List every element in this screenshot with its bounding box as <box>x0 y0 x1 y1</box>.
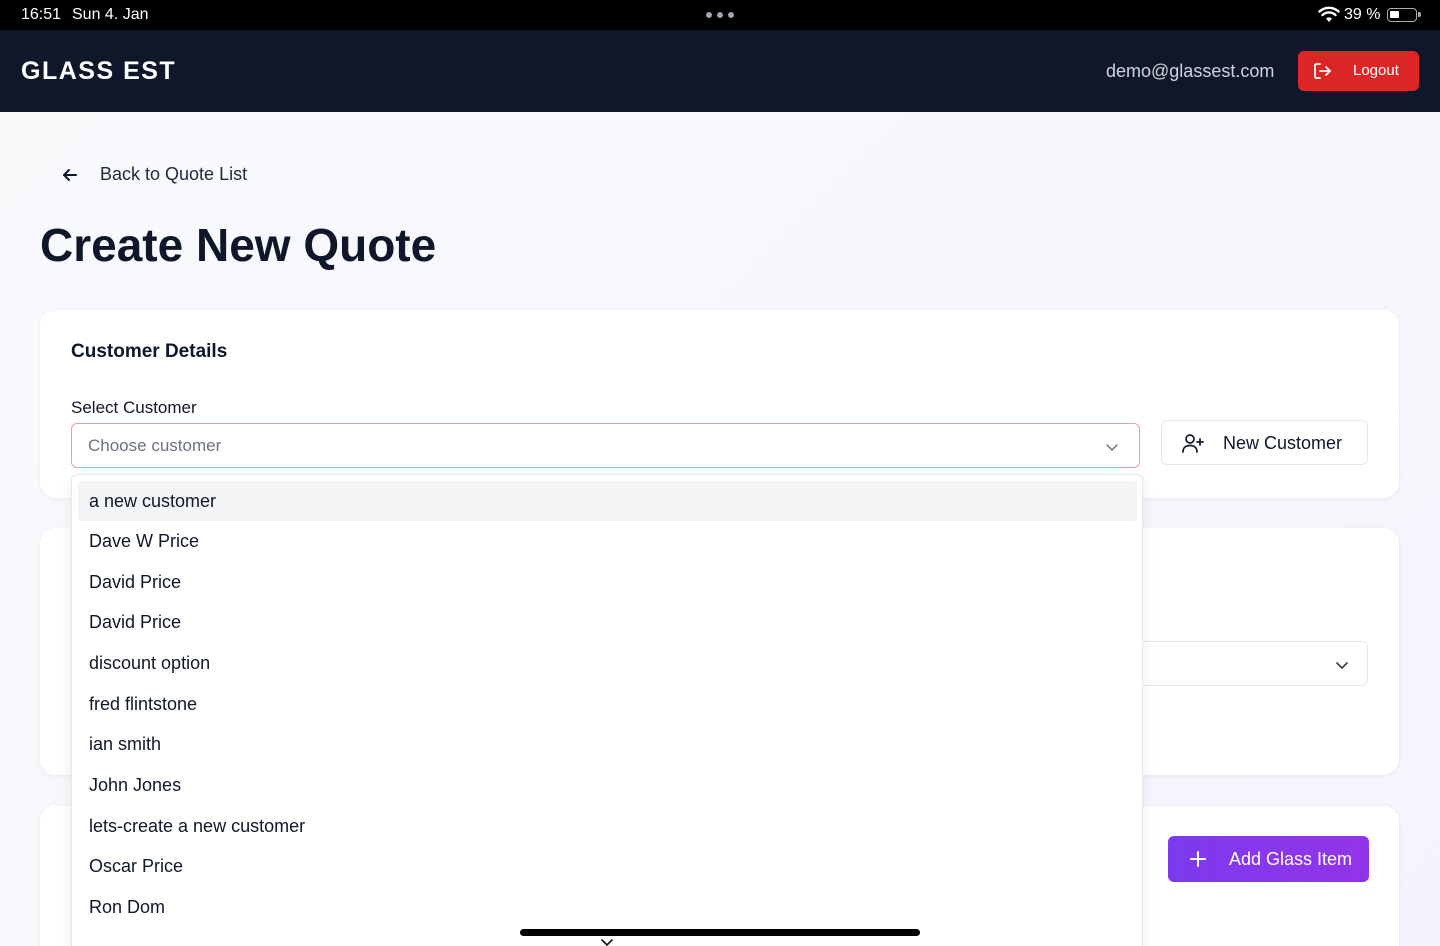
customer-option[interactable]: David Price <box>78 562 1137 602</box>
customer-option[interactable]: Oscar Price <box>78 846 1137 886</box>
customer-option[interactable]: Dave W Price <box>78 521 1137 561</box>
customer-dropdown-menu[interactable]: a new customer Dave W Price David Price … <box>71 474 1143 946</box>
battery-percent: 39 % <box>1344 6 1381 23</box>
customer-details-card: Customer Details Select Customer Choose … <box>40 310 1399 498</box>
customer-option[interactable]: John Jones <box>78 765 1137 805</box>
select-customer-label: Select Customer <box>71 398 197 417</box>
customer-details-title: Customer Details <box>71 341 228 362</box>
home-indicator[interactable] <box>520 929 920 936</box>
plus-icon <box>1190 851 1206 867</box>
customer-option[interactable]: Ron Dom <box>78 887 1137 927</box>
logout-icon <box>1314 63 1331 79</box>
customer-option[interactable]: discount option <box>78 643 1137 683</box>
customer-option[interactable]: ian smith <box>78 724 1137 764</box>
multitasking-dots-icon[interactable] <box>706 12 734 18</box>
status-date: Sun 4. Jan <box>72 6 149 23</box>
back-link-label: Back to Quote List <box>100 164 248 184</box>
status-time: 16:51 <box>21 6 62 23</box>
chevron-down-icon <box>1106 444 1118 451</box>
customer-option[interactable]: lets-create a new customer <box>78 806 1137 846</box>
status-bar: 16:51 Sun 4. Jan 39 % <box>0 0 1440 30</box>
battery-icon <box>1387 8 1421 22</box>
wifi-icon <box>1318 6 1340 22</box>
chevron-down-icon <box>1336 662 1348 669</box>
user-plus-icon <box>1182 434 1204 453</box>
customer-option[interactable]: a new customer <box>78 481 1137 521</box>
logout-label: Logout <box>1353 62 1399 79</box>
back-to-quote-list-link[interactable]: Back to Quote List <box>60 164 247 185</box>
add-glass-item-button[interactable]: Add Glass Item <box>1168 836 1369 882</box>
new-customer-label: New Customer <box>1223 433 1343 453</box>
brand-logo[interactable]: GLASS EST <box>21 57 176 86</box>
chevron-down-icon[interactable] <box>600 939 614 946</box>
new-customer-button[interactable]: New Customer <box>1161 420 1368 465</box>
customer-option[interactable]: fred flintstone <box>78 684 1137 724</box>
page-title: Create New Quote <box>40 219 437 271</box>
logout-button[interactable]: Logout <box>1298 51 1419 91</box>
customer-option[interactable]: David Price <box>78 602 1137 642</box>
app-header: GLASS EST demo@glassest.com Logout <box>0 30 1440 112</box>
arrow-left-icon <box>63 168 77 181</box>
customer-select-placeholder: Choose customer <box>88 436 222 455</box>
user-email: demo@glassest.com <box>1106 61 1275 81</box>
quote-settings-select[interactable] <box>1130 641 1368 686</box>
customer-select[interactable]: Choose customer <box>71 423 1140 468</box>
add-glass-item-label: Add Glass Item <box>1229 849 1353 869</box>
